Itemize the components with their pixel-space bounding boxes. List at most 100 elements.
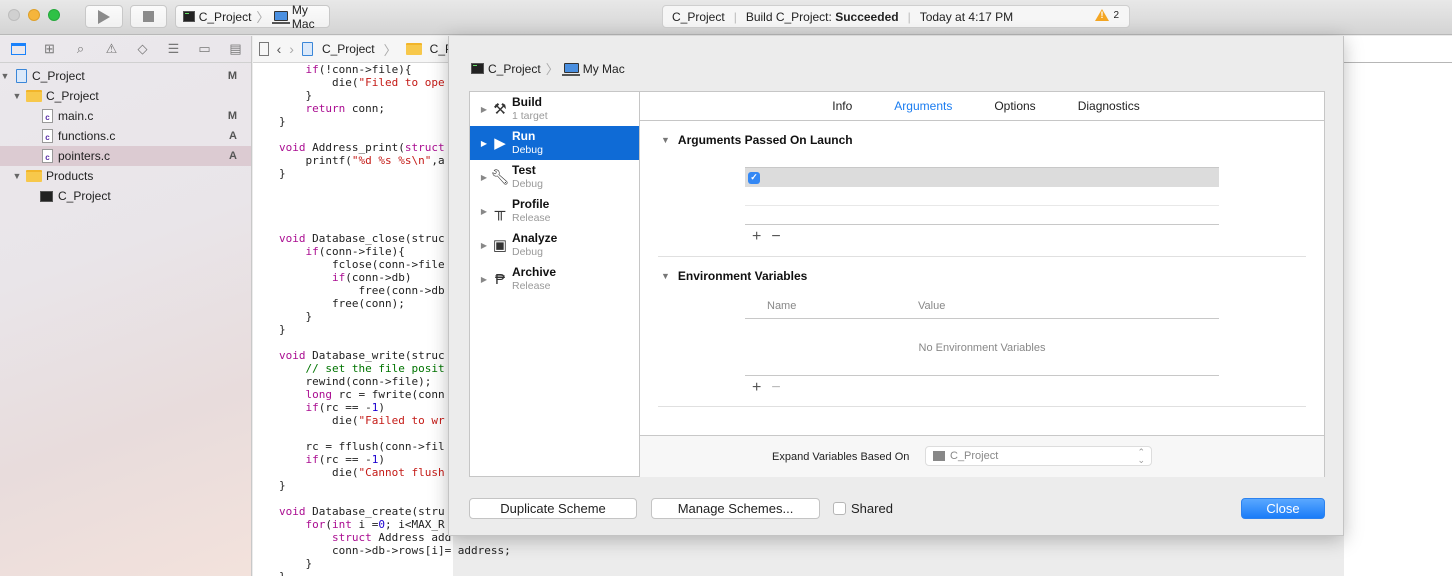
related-items-icon[interactable] — [259, 42, 269, 56]
activity-time: Today at 4:17 PM — [919, 9, 1014, 24]
tab-arguments[interactable]: Arguments — [873, 99, 973, 113]
action-test[interactable]: ▶ 🔧︎ Test Debug — [470, 160, 639, 194]
checkbox-box[interactable] — [833, 502, 846, 515]
action-analyze[interactable]: ▶ ▣ Analyze Debug — [470, 228, 639, 262]
source-editor[interactable]: ‹ › C_Project 〉 C_P if(!conn->file){ die… — [253, 36, 511, 576]
message-icon[interactable]: ▤ — [227, 41, 244, 58]
tree-item-file[interactable]: c main.c M — [0, 106, 251, 126]
action-archive[interactable]: ▶ ₱ Archive Release — [470, 262, 639, 296]
run-button[interactable] — [85, 5, 123, 28]
list-icon[interactable]: ☰ — [165, 41, 182, 58]
tag-icon[interactable]: ▭ — [196, 41, 213, 58]
tree-item-folder[interactable]: ▼ C_Project — [0, 86, 251, 106]
activity-viewer[interactable]: C_Project | Build C_Project: Succeeded |… — [662, 5, 1130, 28]
manage-schemes-button[interactable]: Manage Schemes... — [651, 498, 820, 519]
env-add-remove: + − — [752, 379, 781, 397]
warning-icon[interactable]: ⚠ — [103, 41, 120, 58]
window-zoom-button[interactable] — [48, 9, 60, 21]
action-sub: Debug — [512, 178, 543, 190]
run-tabs: Info Arguments Options Diagnostics — [640, 92, 1324, 121]
disclosure-open-icon[interactable]: ▼ — [12, 171, 22, 181]
folder-icon[interactable] — [10, 41, 27, 58]
scm-badge: A — [229, 130, 237, 142]
jumpbar-project[interactable]: C_Project — [301, 42, 375, 56]
arguments-section-title: Arguments Passed On Launch — [677, 133, 853, 147]
add-argument-button[interactable]: + — [752, 228, 761, 246]
disclosure-closed-icon[interactable]: ▶ — [470, 207, 490, 216]
scheme-breadcrumb[interactable]: C_Project 〉 My Mac — [471, 59, 625, 78]
env-section-title: Environment Variables — [677, 269, 808, 283]
back-icon[interactable]: ‹ — [277, 41, 282, 57]
expand-variables-label: Expand Variables Based On — [772, 451, 910, 463]
empty-row — [745, 187, 1219, 206]
tree-item-file-selected[interactable]: c pointers.c A — [0, 146, 251, 166]
c-file-icon: c — [42, 129, 53, 143]
stop-icon — [143, 11, 154, 22]
breadcrumb-scheme: C_Project — [488, 61, 541, 76]
warning-indicator[interactable]: 2 — [1095, 9, 1119, 21]
folder-icon — [26, 90, 42, 102]
code-text[interactable]: if(!conn->file){ die("Filed to ope } ret… — [253, 63, 511, 576]
jumpbar-folder[interactable]: C_P — [405, 42, 453, 56]
disclosure-open-icon[interactable]: ▼ — [0, 71, 10, 81]
col-name[interactable]: Name — [767, 300, 796, 312]
jump-bar: ‹ › C_Project 〉 C_P — [253, 36, 453, 63]
col-value[interactable]: Value — [918, 300, 945, 312]
scheme-editor-sheet: C_Project 〉 My Mac ▶ ⚒ Build 1 target ▶ ▶… — [448, 36, 1344, 536]
action-profile[interactable]: ▶ ╥ Profile Release — [470, 194, 639, 228]
env-section-header[interactable]: ▼ Environment Variables — [661, 269, 807, 283]
action-name: Profile — [512, 197, 550, 211]
duplicate-scheme-button[interactable]: Duplicate Scheme — [469, 498, 637, 519]
disclosure-closed-icon[interactable]: ▶ — [470, 105, 490, 114]
stop-button[interactable] — [130, 5, 167, 28]
disclosure-open-icon[interactable]: ▼ — [661, 135, 670, 145]
editor-background — [1344, 36, 1452, 576]
disclosure-closed-icon[interactable]: ▶ — [470, 241, 490, 250]
updown-chevron-icon: ⌃ ⌄ — [1137, 447, 1145, 465]
env-empty-text: No Environment Variables — [918, 341, 1046, 354]
target-icon — [933, 451, 945, 461]
window-close-button[interactable] — [8, 9, 20, 21]
tab-info[interactable]: Info — [811, 99, 873, 113]
remove-env-button[interactable]: − — [771, 379, 780, 397]
disclosure-open-icon[interactable]: ▼ — [12, 91, 22, 101]
hierarchy-icon[interactable]: ⊞ — [41, 41, 58, 58]
executable-icon — [40, 190, 53, 202]
activity-status-result: Succeeded — [835, 9, 899, 24]
arguments-table: ✓ — [745, 167, 1219, 225]
window-minimize-button[interactable] — [28, 9, 40, 21]
search-icon[interactable]: ⌕ — [72, 41, 89, 58]
warning-count: 2 — [1113, 9, 1119, 21]
tree-item-folder[interactable]: ▼ Products — [0, 166, 251, 186]
tab-options[interactable]: Options — [973, 99, 1056, 113]
window-toolbar: C_Project 〉 My Mac C_Project | Build C_P… — [0, 0, 1452, 35]
chevron-right-icon: 〉 — [383, 42, 397, 58]
navigator-tabs: ⊞ ⌕ ⚠ ◇ ☰ ▭ ▤ — [0, 36, 251, 63]
tree-item-file[interactable]: c functions.c A — [0, 126, 251, 146]
tree-item-product[interactable]: C_Project — [0, 186, 251, 206]
shared-checkbox[interactable]: Shared — [833, 501, 893, 516]
action-build[interactable]: ▶ ⚒ Build 1 target — [470, 92, 639, 126]
action-name: Run — [512, 129, 536, 143]
project-icon — [16, 69, 27, 83]
diamond-icon[interactable]: ◇ — [134, 41, 151, 58]
forward-icon[interactable]: › — [289, 41, 294, 57]
arguments-section-header[interactable]: ▼ Arguments Passed On Launch — [661, 133, 853, 147]
add-env-button[interactable]: + — [752, 379, 761, 397]
close-button[interactable]: Close — [1241, 498, 1325, 519]
tree-item-project[interactable]: ▼ C_Project M — [0, 66, 251, 86]
disclosure-closed-icon[interactable]: ▶ — [470, 275, 490, 284]
disclosure-closed-icon[interactable]: ▶ — [470, 139, 490, 148]
argument-enabled-checkbox[interactable]: ✓ — [748, 171, 760, 184]
separator: | — [733, 9, 737, 24]
scheme-selector[interactable]: C_Project 〉 My Mac — [175, 3, 330, 31]
file-tree: ▼ C_Project M ▼ C_Project c main.c M c f… — [0, 63, 251, 206]
play-icon: ▶ — [494, 135, 506, 152]
disclosure-open-icon[interactable]: ▼ — [661, 271, 670, 281]
argument-row[interactable]: ✓ — [745, 167, 1219, 187]
tab-diagnostics[interactable]: Diagnostics — [1057, 99, 1161, 113]
action-run[interactable]: ▶ ▶ Run Debug — [470, 126, 639, 160]
expand-variables-select[interactable]: C_Project ⌃ ⌄ — [925, 446, 1152, 466]
disclosure-closed-icon[interactable]: ▶ — [470, 173, 490, 182]
remove-argument-button[interactable]: − — [771, 228, 780, 246]
